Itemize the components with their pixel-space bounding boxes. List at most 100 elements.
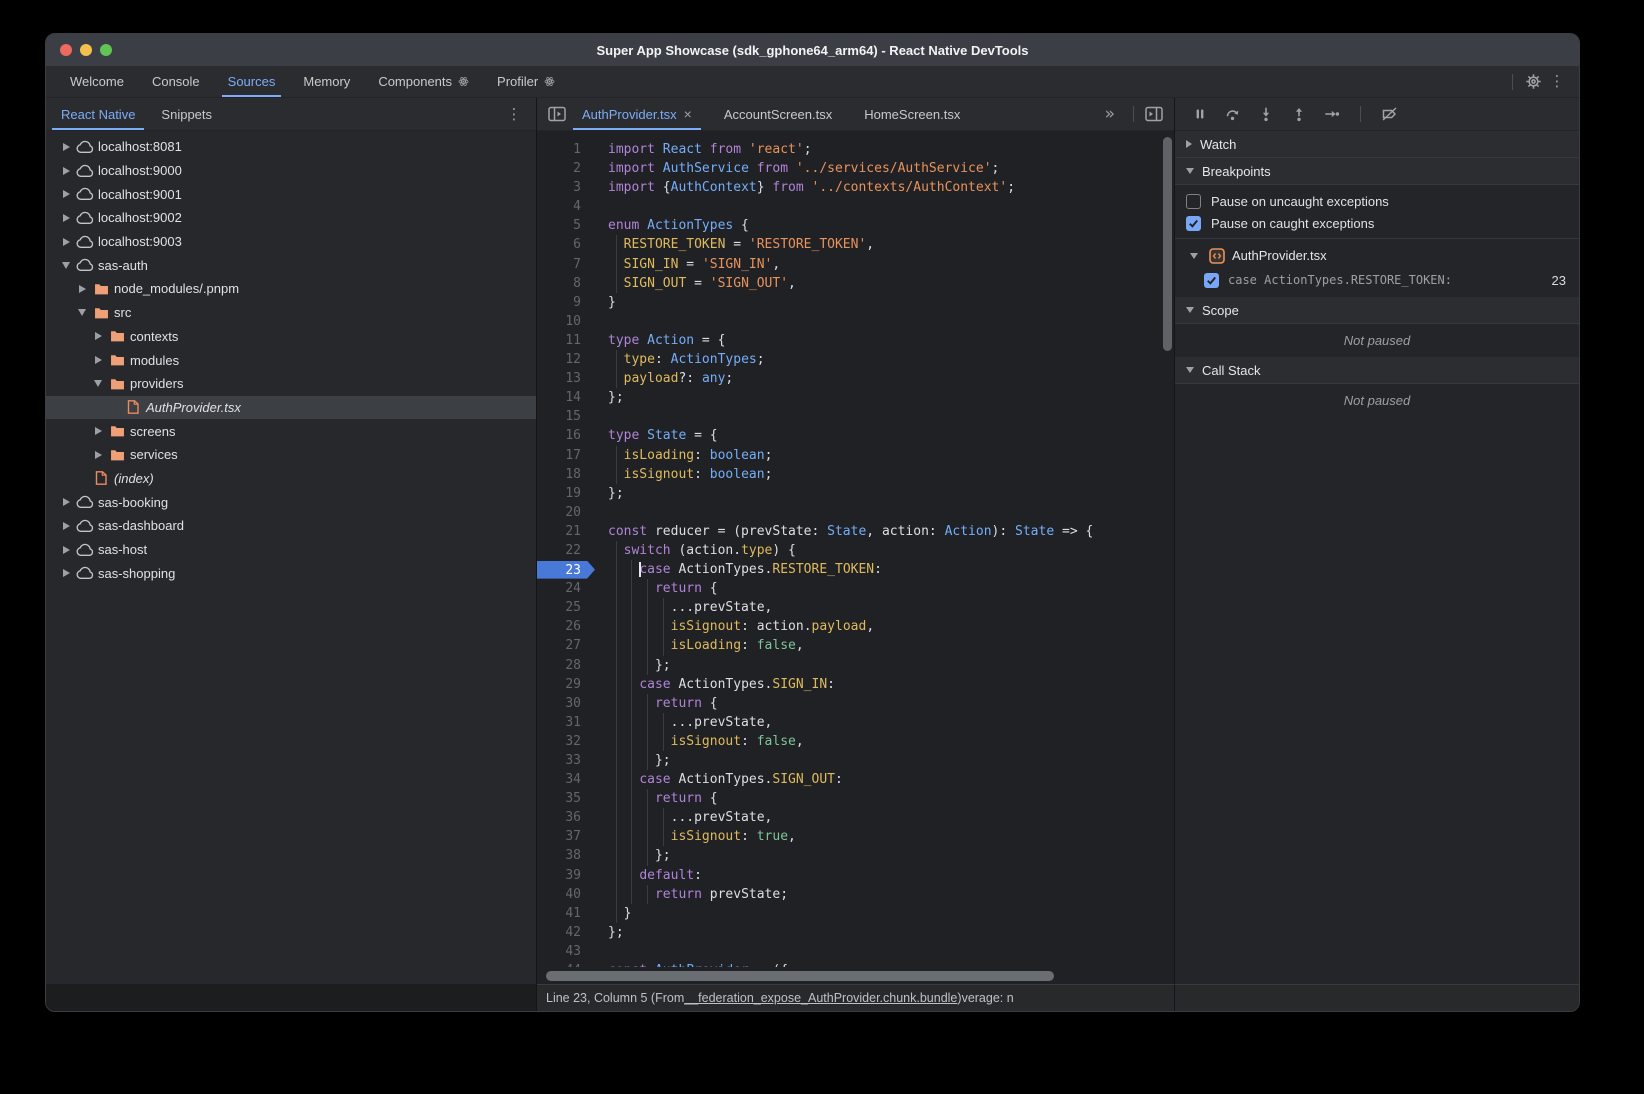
step-icon[interactable]	[1319, 102, 1344, 127]
code-line[interactable]: 40 return prevState;	[537, 885, 1174, 904]
code-line[interactable]: 26 isSignout: action.payload,	[537, 617, 1174, 636]
line-number[interactable]: 14	[537, 388, 581, 407]
line-number[interactable]: 36	[537, 808, 581, 827]
code-line[interactable]: 32 isSignout: false,	[537, 732, 1174, 751]
code-line[interactable]: 39 default:	[537, 866, 1174, 885]
section-watch[interactable]: Watch	[1175, 131, 1579, 158]
code-line[interactable]: 36 ...prevState,	[537, 808, 1174, 827]
tree-item-authprovider-tsx[interactable]: AuthProvider.tsx	[46, 396, 536, 420]
editor-tab-authprovider-tsx[interactable]: AuthProvider.tsx×	[573, 98, 701, 130]
tree-item-localhost-9002[interactable]: localhost:9002	[46, 206, 536, 230]
code-line[interactable]: 29 case ActionTypes.SIGN_IN:	[537, 675, 1174, 694]
tree-item-localhost-9000[interactable]: localhost:9000	[46, 159, 536, 183]
line-number[interactable]: 2	[537, 159, 581, 178]
code-line[interactable]: 17 isLoading: boolean;	[537, 446, 1174, 465]
line-number[interactable]: 37	[537, 827, 581, 846]
line-number[interactable]: 32	[537, 732, 581, 751]
breakpoint-file-group[interactable]: AuthProvider.tsx	[1175, 243, 1579, 268]
tree-item-src[interactable]: src	[46, 301, 536, 325]
tree-collapsed-triangle-icon[interactable]	[58, 190, 74, 198]
tree-item-services[interactable]: services	[46, 443, 536, 467]
code-line[interactable]: 13 payload?: any;	[537, 369, 1174, 388]
code-line[interactable]: 31 ...prevState,	[537, 713, 1174, 732]
line-number[interactable]: 13	[537, 369, 581, 388]
section-breakpoints[interactable]: Breakpoints	[1175, 158, 1579, 185]
step-out-icon[interactable]	[1286, 102, 1311, 127]
tree-collapsed-triangle-icon[interactable]	[58, 522, 74, 530]
code-line[interactable]: 30 return {	[537, 694, 1174, 713]
code-line[interactable]: 27 isLoading: false,	[537, 636, 1174, 655]
main-tab-welcome[interactable]: Welcome	[56, 66, 138, 97]
line-number[interactable]: 39	[537, 866, 581, 885]
navigator-toggle-icon[interactable]	[545, 102, 569, 126]
more-options-kebab-icon[interactable]: ⋮	[1545, 70, 1569, 94]
breakpoint-marker[interactable]: 23	[537, 561, 595, 579]
navigator-tab-snippets[interactable]: Snippets	[148, 98, 225, 130]
line-number[interactable]: 42	[537, 923, 581, 942]
tree-item-localhost-9003[interactable]: localhost:9003	[46, 230, 536, 254]
code-line[interactable]: 44const AuthProvider = ({	[537, 961, 1174, 967]
close-tab-icon[interactable]: ×	[684, 107, 692, 121]
line-number[interactable]: 23	[537, 560, 581, 579]
line-number[interactable]: 10	[537, 312, 581, 331]
tree-collapsed-triangle-icon[interactable]	[58, 214, 74, 222]
line-number[interactable]: 17	[537, 446, 581, 465]
code-line[interactable]: 9}	[537, 293, 1174, 312]
minimize-window-button[interactable]	[80, 44, 92, 56]
tree-collapsed-triangle-icon[interactable]	[74, 285, 90, 293]
tree-collapsed-triangle-icon[interactable]	[58, 143, 74, 151]
tree-collapsed-triangle-icon[interactable]	[58, 167, 74, 175]
tree-expanded-triangle-icon[interactable]	[58, 262, 74, 269]
tree-expanded-triangle-icon[interactable]	[74, 309, 90, 316]
editor-tab-homescreen-tsx[interactable]: HomeScreen.tsx	[855, 98, 969, 130]
breakpoint-option[interactable]: Pause on uncaught exceptions	[1175, 190, 1579, 212]
tree-collapsed-triangle-icon[interactable]	[58, 498, 74, 506]
main-tab-console[interactable]: Console	[138, 66, 214, 97]
tree-item-sas-dashboard[interactable]: sas-dashboard	[46, 514, 536, 538]
code-line[interactable]: 33 };	[537, 751, 1174, 770]
code-line[interactable]: 20	[537, 503, 1174, 522]
line-number[interactable]: 44	[537, 961, 581, 967]
tree-expanded-triangle-icon[interactable]	[90, 380, 106, 387]
code-line[interactable]: 8 SIGN_OUT = 'SIGN_OUT',	[537, 274, 1174, 293]
tree-item-sas-booking[interactable]: sas-booking	[46, 490, 536, 514]
code-line[interactable]: 3import {AuthContext} from '../contexts/…	[537, 178, 1174, 197]
line-number[interactable]: 38	[537, 846, 581, 865]
code-line[interactable]: 43	[537, 942, 1174, 961]
navigator-more-kebab-icon[interactable]: ⋮	[502, 102, 526, 126]
tree-collapsed-triangle-icon[interactable]	[58, 546, 74, 554]
line-number[interactable]: 43	[537, 942, 581, 961]
main-tab-components[interactable]: Components	[364, 66, 483, 97]
line-number[interactable]: 3	[537, 178, 581, 197]
line-number[interactable]: 31	[537, 713, 581, 732]
step-into-icon[interactable]	[1253, 102, 1278, 127]
code-line[interactable]: 22 switch (action.type) {	[537, 541, 1174, 560]
navigator-tab-react-native[interactable]: React Native	[48, 98, 148, 130]
breakpoint-option[interactable]: Pause on caught exceptions	[1175, 212, 1579, 234]
breakpoint-checkbox[interactable]	[1204, 273, 1219, 288]
tree-item-providers[interactable]: providers	[46, 372, 536, 396]
tree-collapsed-triangle-icon[interactable]	[90, 332, 106, 340]
code-line[interactable]: 15	[537, 407, 1174, 426]
code-line[interactable]: 37 isSignout: true,	[537, 827, 1174, 846]
line-number[interactable]: 34	[537, 770, 581, 789]
pause-icon[interactable]	[1187, 102, 1212, 127]
code-line[interactable]: 2import AuthService from '../services/Au…	[537, 159, 1174, 178]
line-number[interactable]: 6	[537, 235, 581, 254]
breakpoint-entry[interactable]: case ActionTypes.RESTORE_TOKEN:23	[1175, 268, 1579, 292]
tab-overflow-chevrons-icon[interactable]: »	[1095, 104, 1125, 124]
tree-item-screens[interactable]: screens	[46, 419, 536, 443]
line-number[interactable]: 19	[537, 484, 581, 503]
checkbox-checked[interactable]	[1186, 216, 1201, 231]
line-number[interactable]: 12	[537, 350, 581, 369]
code-line[interactable]: 12 type: ActionTypes;	[537, 350, 1174, 369]
tree-item-sas-shopping[interactable]: sas-shopping	[46, 561, 536, 585]
section-call-stack[interactable]: Call Stack	[1175, 357, 1579, 384]
main-tab-sources[interactable]: Sources	[214, 66, 290, 97]
line-number[interactable]: 26	[537, 617, 581, 636]
line-number[interactable]: 21	[537, 522, 581, 541]
tree-collapsed-triangle-icon[interactable]	[58, 569, 74, 577]
code-line[interactable]: 25 ...prevState,	[537, 598, 1174, 617]
code-line[interactable]: 23 case ActionTypes.RESTORE_TOKEN:	[537, 560, 1174, 579]
settings-gear-icon[interactable]	[1521, 70, 1545, 94]
